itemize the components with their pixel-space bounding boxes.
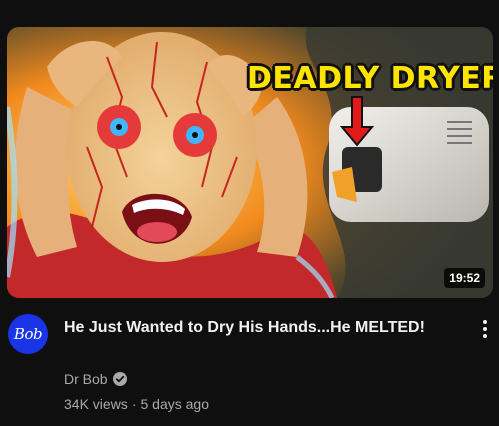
video-card: DEADLY DRYER 19:52 Bob He Just Wanted to… [0, 0, 499, 426]
duration-badge: 19:52 [444, 268, 485, 288]
ellipsis-dot [483, 327, 487, 331]
channel-name[interactable]: Dr Bob [64, 371, 108, 387]
video-title[interactable]: He Just Wanted to Dry His Hands...He MEL… [64, 316, 464, 340]
avatar-text: Bob [13, 325, 43, 343]
upload-age: 5 days ago [140, 396, 209, 412]
channel-avatar[interactable]: Bob [8, 314, 48, 354]
video-thumbnail[interactable]: DEADLY DRYER 19:52 [7, 27, 493, 298]
view-count: 34K views [64, 396, 128, 412]
channel-row: Dr Bob [64, 371, 127, 387]
video-stats: 34K views · 5 days ago [64, 396, 209, 412]
stats-separator: · [131, 396, 137, 412]
ellipsis-dot [483, 334, 487, 338]
thumbnail-title-text: DEADLY DRYER [247, 61, 493, 96]
more-actions-button[interactable] [474, 314, 496, 344]
verified-check-icon [112, 372, 127, 386]
vertical-ellipsis-icon [483, 320, 487, 324]
